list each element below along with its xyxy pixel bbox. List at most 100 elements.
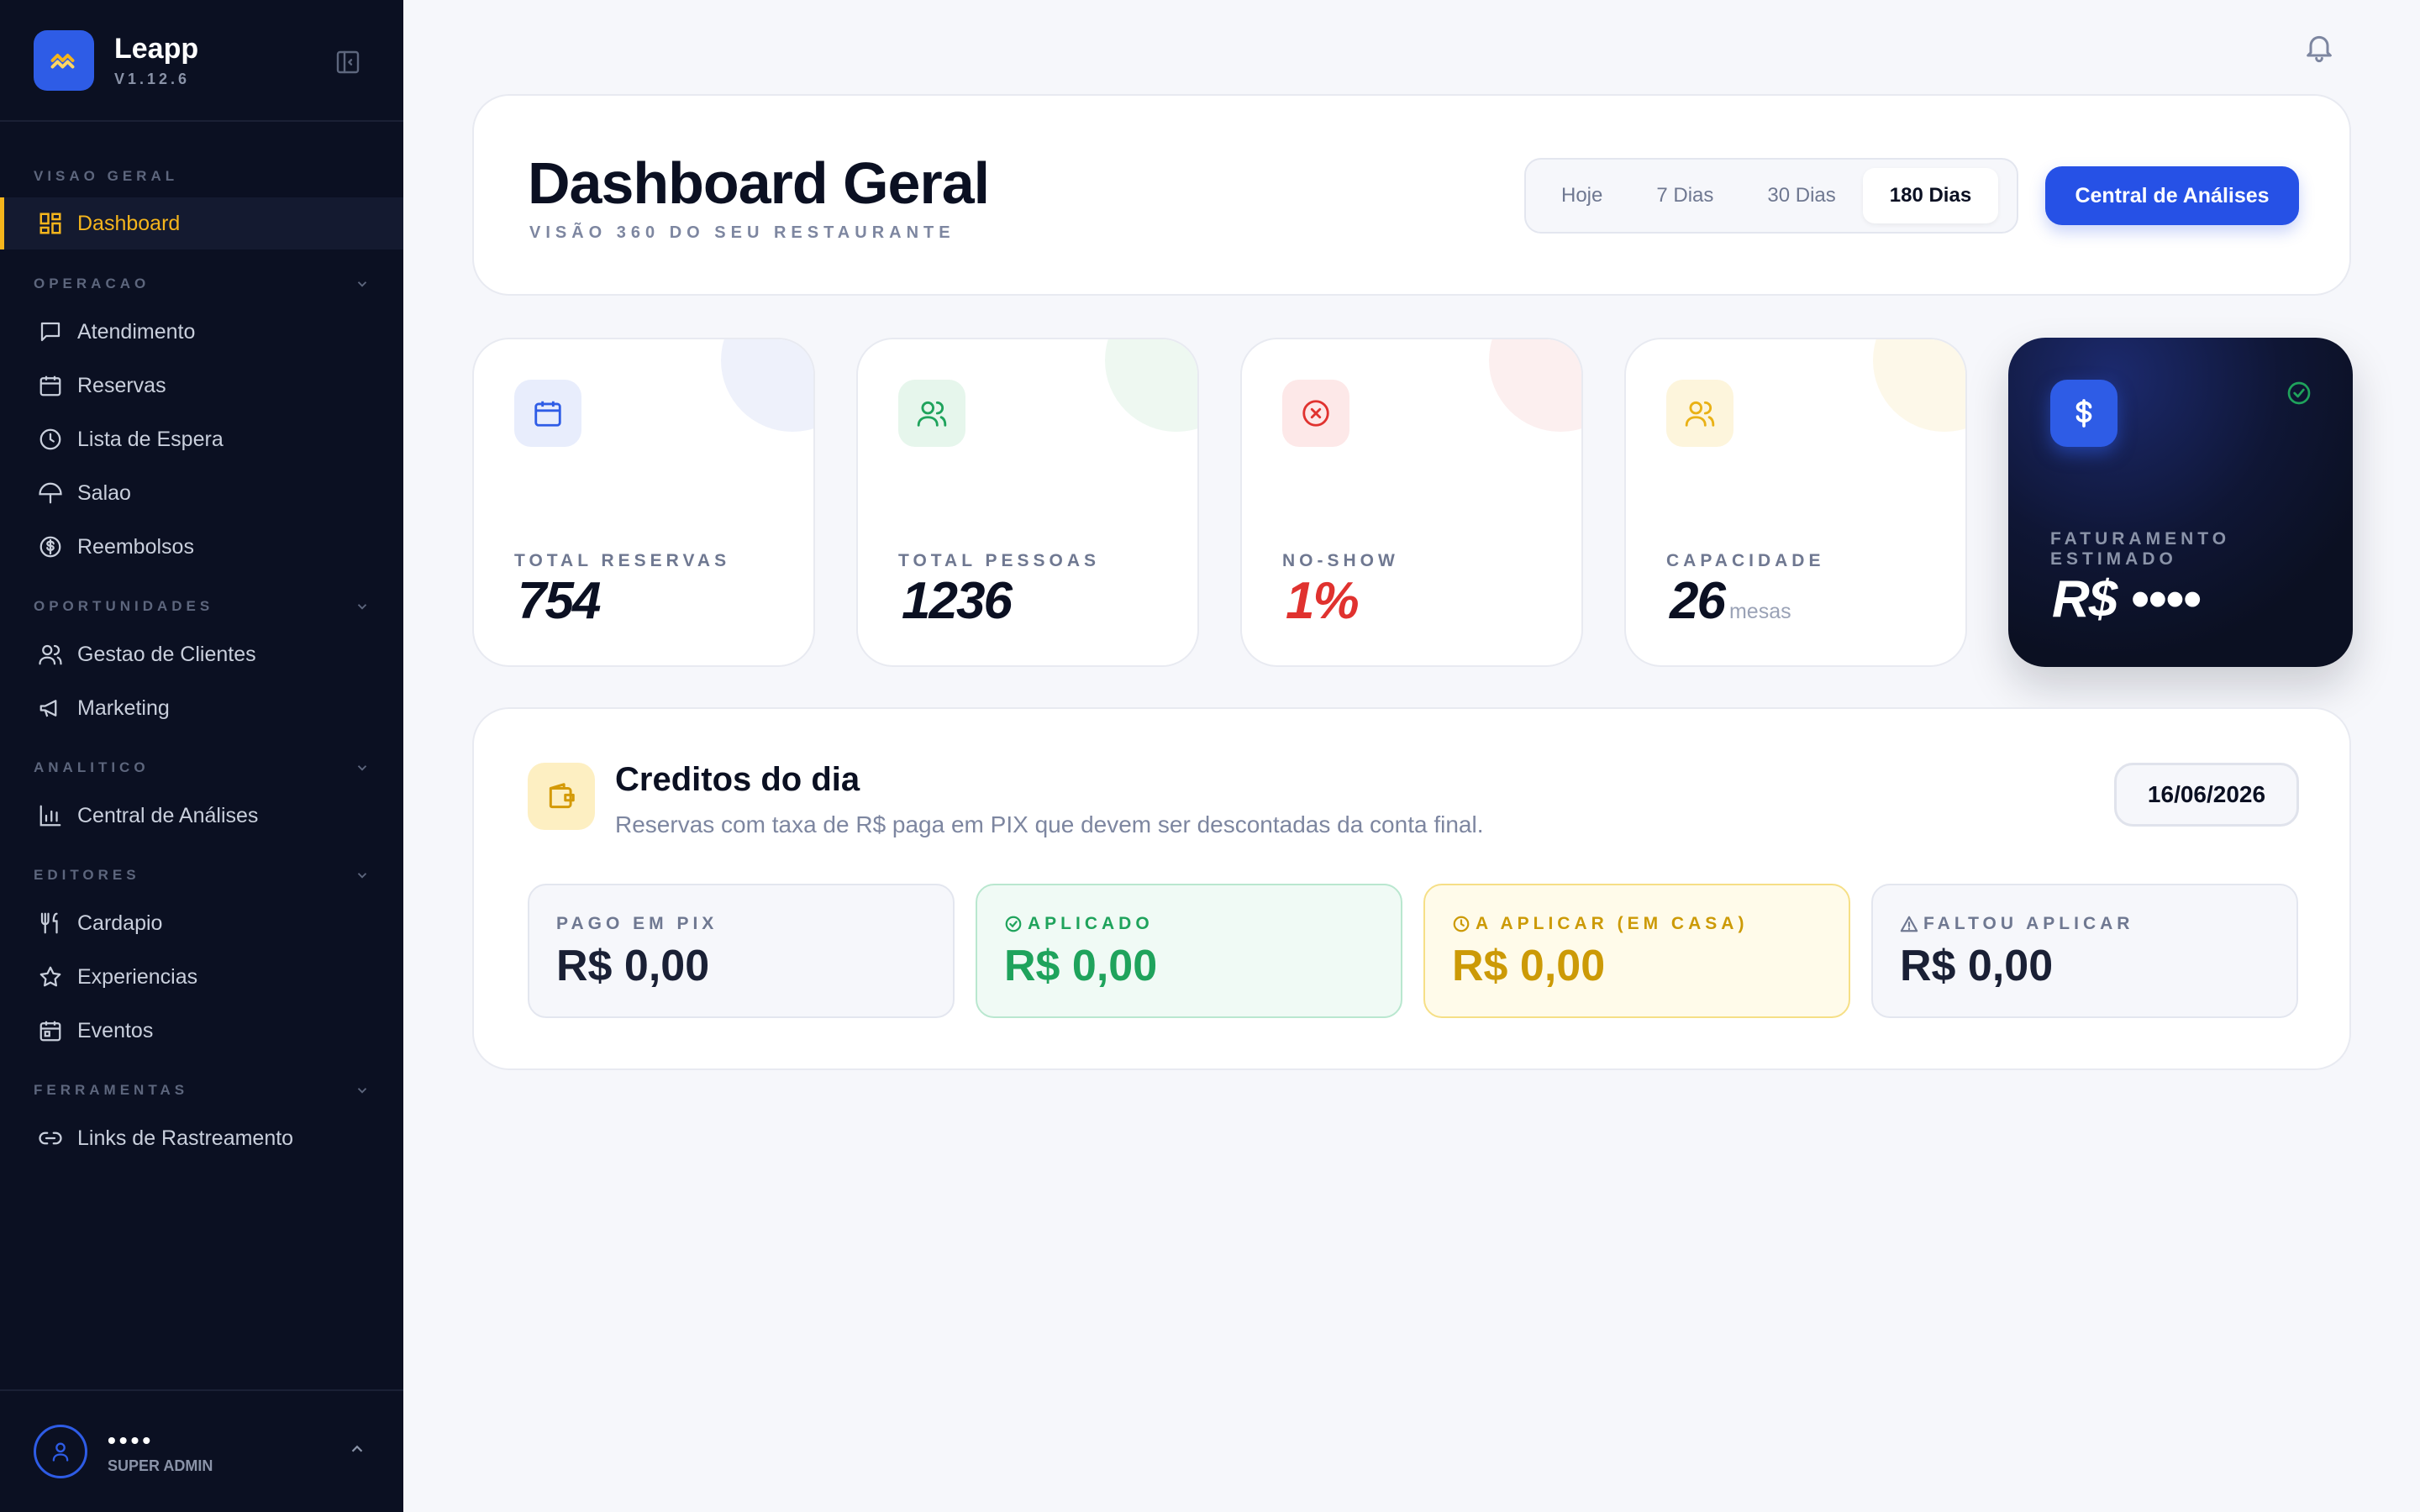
sidebar-item-central-de-analises[interactable]: Central de Análises [0, 790, 403, 842]
decorative-blob [721, 339, 813, 432]
stat-total-pessoas[interactable]: TOTAL PESSOAS 1236 [856, 338, 1199, 667]
credits-panel: Creditos do dia Reservas com taxa de R$ … [472, 707, 2351, 1070]
sidebar-item-reservas[interactable]: Reservas [0, 360, 403, 412]
credit-label: FALTOU APLICAR [1900, 914, 2133, 934]
sidebar: Leapp V1.12.6 VISAO GERAL Dashboard OPER… [0, 0, 403, 1512]
date-picker-button[interactable]: 16/06/2026 [2114, 763, 2299, 827]
brand-name: Leapp [114, 33, 199, 65]
wallet-icon [528, 763, 595, 830]
stat-value: 754 [518, 572, 601, 630]
sidebar-item-label: Reservas [77, 373, 166, 397]
section-ferramentas[interactable]: FERRAMENTAS [34, 1082, 370, 1099]
chevron-down-icon [357, 765, 367, 771]
credit-label-text: APLICADO [1028, 914, 1154, 933]
sidebar-item-label: Eventos [77, 1018, 154, 1042]
calendar-icon [37, 372, 64, 399]
credit-box-aplicado: APLICADO R$ 0,00 [976, 884, 1402, 1018]
stat-label: CAPACIDADE [1666, 551, 1825, 570]
dollar-circle-icon [37, 533, 64, 560]
section-editores[interactable]: EDITORES [34, 867, 370, 884]
sidebar-item-label: Cardapio [77, 911, 163, 935]
credit-value: R$ 0,00 [556, 942, 710, 990]
credit-label: APLICADO [1004, 914, 1154, 934]
bell-icon[interactable] [2302, 30, 2336, 64]
star-icon [37, 963, 64, 990]
users-icon [1666, 380, 1733, 447]
credit-value: R$ 0,00 [1452, 942, 1606, 990]
sidebar-item-label: Gestao de Clientes [77, 642, 256, 666]
sidebar-item-experiencias[interactable]: Experiencias [0, 951, 403, 1003]
section-title: VISAO GERAL [34, 168, 179, 184]
section-title: EDITORES [34, 867, 140, 883]
message-icon [37, 318, 64, 345]
sidebar-item-reembolsos[interactable]: Reembolsos [0, 521, 403, 573]
x-circle-icon [1282, 380, 1349, 447]
dashboard-header: Dashboard Geral VISÃO 360 DO SEU RESTAUR… [472, 94, 2351, 296]
range-hoje[interactable]: Hoje [1534, 168, 1629, 223]
range-180-dias[interactable]: 180 Dias [1862, 168, 1999, 223]
page-title: Dashboard Geral [528, 150, 990, 216]
stat-value: 26 mesas [1670, 571, 1791, 631]
sidebar-item-lista-de-espera[interactable]: Lista de Espera [0, 413, 403, 465]
chevron-down-icon [357, 873, 367, 879]
sidebar-item-links-de-rastreamento[interactable]: Links de Rastreamento [0, 1112, 403, 1164]
sidebar-item-gestao-de-clientes[interactable]: Gestao de Clientes [0, 628, 403, 680]
user-icon [52, 1442, 69, 1462]
section-title: ANALITICO [34, 759, 150, 775]
stat-label: TOTAL RESERVAS [514, 551, 731, 570]
page-subtitle: VISÃO 360 DO SEU RESTAURANTE [529, 223, 955, 242]
stat-total-reservas[interactable]: TOTAL RESERVAS 754 [472, 338, 815, 667]
stat-faturamento-estimado[interactable]: FATURAMENTO ESTIMADO R$ •••• [2008, 338, 2353, 667]
decorative-blob [1489, 339, 1581, 432]
link-icon [37, 1125, 64, 1152]
megaphone-icon [37, 695, 64, 722]
sidebar-item-salao[interactable]: Salao [0, 467, 403, 519]
section-oportunidades[interactable]: OPORTUNIDADES [34, 598, 370, 615]
credit-box-a-aplicar: A APLICAR (EM CASA) R$ 0,00 [1423, 884, 1850, 1018]
decorative-blob [1873, 339, 1965, 432]
sidebar-item-label: Dashboard [77, 211, 181, 235]
clock-icon [1453, 916, 1470, 932]
user-role: SUPER ADMIN [108, 1457, 213, 1474]
sidebar-collapse-icon[interactable] [334, 49, 361, 76]
user-profile[interactable]: •••• SUPER ADMIN [0, 1389, 403, 1512]
calendar-icon [514, 380, 581, 447]
section-analitico[interactable]: ANALITICO [34, 759, 370, 776]
section-title: OPERACAO [34, 276, 150, 291]
decorative-blob [1105, 339, 1197, 432]
utensils-icon [37, 910, 64, 937]
sidebar-item-eventos[interactable]: Eventos [0, 1005, 403, 1057]
sidebar-item-cardapio[interactable]: Cardapio [0, 897, 403, 949]
user-name: •••• [108, 1426, 155, 1453]
check-circle-icon [2286, 380, 2312, 411]
date-range-selector: Hoje 7 Dias 30 Dias 180 Dias [1524, 158, 2018, 234]
calendar-event-icon [37, 1017, 64, 1044]
chevron-down-icon [357, 1088, 367, 1094]
stat-number: 26 [1670, 572, 1726, 630]
chevron-up-icon[interactable] [348, 1440, 366, 1458]
stat-capacidade[interactable]: CAPACIDADE 26 mesas [1624, 338, 1967, 667]
section-visao-geral: VISAO GERAL [34, 168, 370, 185]
sidebar-item-label: Central de Análises [77, 803, 259, 827]
sidebar-item-atendimento[interactable]: Atendimento [0, 306, 403, 358]
sidebar-item-dashboard[interactable]: Dashboard [0, 197, 403, 249]
stat-value: R$ •••• [2052, 570, 2201, 628]
sidebar-item-label: Marketing [77, 696, 170, 720]
section-title: OPORTUNIDADES [34, 598, 214, 614]
stat-no-show[interactable]: NO-SHOW 1% [1240, 338, 1583, 667]
clock-icon [37, 426, 64, 453]
brand-header: Leapp V1.12.6 [0, 0, 403, 122]
leapp-logo-icon[interactable] [34, 29, 94, 91]
sidebar-item-marketing[interactable]: Marketing [0, 682, 403, 734]
brand-version: V1.12.6 [114, 71, 191, 87]
chevron-down-icon [357, 281, 367, 287]
warning-icon [1900, 916, 1918, 932]
credit-value: R$ 0,00 [1900, 942, 2054, 990]
central-de-analises-button[interactable]: Central de Análises [2045, 166, 2299, 225]
sidebar-item-label: Reembolsos [77, 534, 194, 559]
range-30-dias[interactable]: 30 Dias [1740, 168, 1862, 223]
grid-icon [37, 210, 64, 237]
range-7-dias[interactable]: 7 Dias [1629, 168, 1740, 223]
section-operacao[interactable]: OPERACAO [34, 276, 370, 292]
credit-label-text: FALTOU APLICAR [1923, 914, 2134, 933]
